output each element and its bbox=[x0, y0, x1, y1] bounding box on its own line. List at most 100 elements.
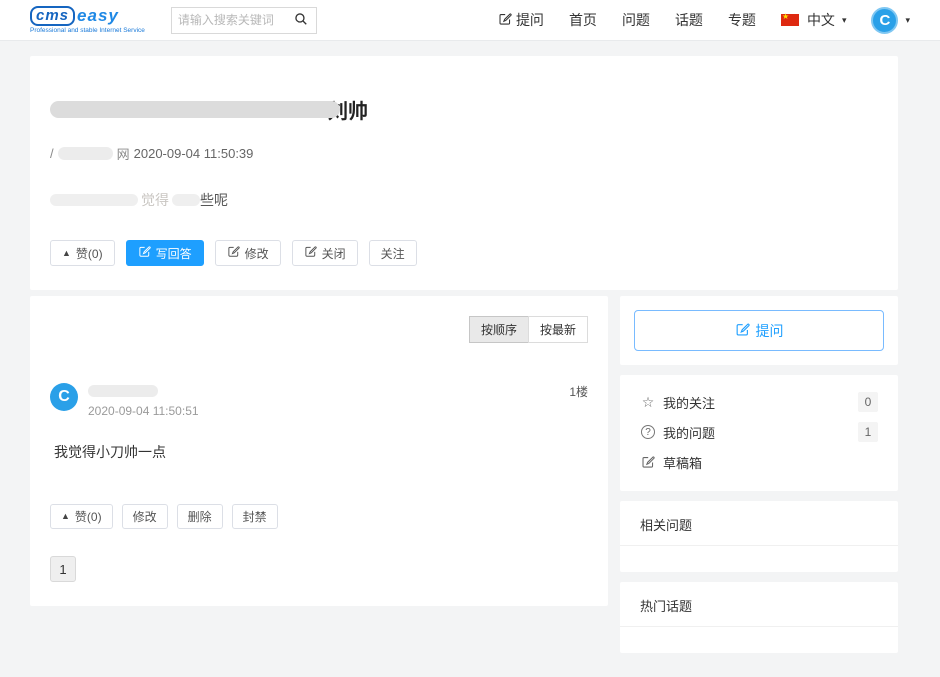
answer-like-button[interactable]: ▲ 赞(0) bbox=[50, 504, 113, 529]
page-button-1[interactable]: 1 bbox=[50, 556, 76, 582]
sidebar-item-drafts[interactable]: 草稿箱 bbox=[640, 447, 878, 477]
answer-edit-label: 修改 bbox=[133, 508, 157, 525]
top-header: cms easy Professional and stable Interne… bbox=[0, 0, 940, 41]
related-questions-panel: 相关问题 bbox=[620, 501, 898, 572]
edit-icon bbox=[138, 245, 151, 261]
redacted-author-name bbox=[58, 147, 113, 160]
pagination: 1 bbox=[50, 556, 588, 582]
answer-ban-button[interactable]: 封禁 bbox=[232, 504, 278, 529]
sidebar-item-my-questions[interactable]: ? 我的问题 1 bbox=[640, 417, 878, 447]
logo-part-cms: cms bbox=[30, 6, 75, 26]
answer-content: 我觉得小刀帅一点 bbox=[54, 442, 588, 462]
nav-topics[interactable]: 话题 bbox=[675, 10, 703, 30]
tab-by-order[interactable]: 按顺序 bbox=[469, 316, 529, 343]
question-timestamp: 2020-09-04 11:50:39 bbox=[134, 146, 254, 161]
language-selector[interactable]: ★ 中文 ▾ bbox=[781, 10, 847, 30]
edit-icon bbox=[735, 322, 750, 340]
tab-by-newest-label: 按最新 bbox=[540, 323, 576, 337]
answers-card: 按顺序 按最新 C 2020-09-04 11:50:51 1楼 我觉得 bbox=[30, 296, 608, 606]
edit-icon bbox=[304, 245, 317, 261]
question-card: 刘帅 / 网 2020-09-04 11:50:39 觉得 些呢 ▲ 赞(0) bbox=[30, 56, 898, 290]
close-question-button[interactable]: 关闭 bbox=[292, 240, 358, 266]
search-button[interactable] bbox=[292, 10, 310, 31]
author-prefix: / bbox=[50, 146, 54, 161]
sidebar-ask-label: 提问 bbox=[756, 321, 784, 341]
main-nav: 提问 首页 问题 话题 专题 ★ 中文 ▾ C ▾ bbox=[498, 7, 910, 34]
avatar-glyph: C bbox=[58, 388, 70, 406]
answer-like-label: 赞(0) bbox=[75, 508, 102, 525]
write-answer-label: 写回答 bbox=[156, 245, 192, 262]
close-question-label: 关闭 bbox=[322, 245, 346, 262]
answer-delete-button[interactable]: 删除 bbox=[177, 504, 223, 529]
sidebar-ask-button[interactable]: 提问 bbox=[634, 310, 884, 351]
nav-ask[interactable]: 提问 bbox=[498, 10, 544, 30]
follow-question-label: 关注 bbox=[381, 245, 405, 262]
author-suffix: 网 bbox=[117, 144, 130, 163]
upvote-triangle-icon: ▲ bbox=[62, 249, 71, 258]
edit-icon bbox=[227, 245, 240, 261]
nav-home[interactable]: 首页 bbox=[569, 10, 597, 30]
hot-topics-title: 热门话题 bbox=[620, 582, 898, 627]
answer-author-avatar[interactable]: C bbox=[50, 383, 78, 411]
nav-specials[interactable]: 专题 bbox=[728, 10, 756, 30]
follow-question-button[interactable]: 关注 bbox=[369, 240, 417, 266]
answer-floor-number: 1楼 bbox=[569, 383, 588, 418]
like-button[interactable]: ▲ 赞(0) bbox=[50, 240, 115, 266]
search-icon bbox=[294, 12, 308, 29]
user-avatar: C bbox=[871, 7, 898, 34]
tab-by-order-label: 按顺序 bbox=[481, 323, 517, 337]
related-questions-body bbox=[620, 546, 898, 572]
related-questions-title: 相关问题 bbox=[620, 501, 898, 546]
answer-actions: ▲ 赞(0) 修改 删除 封禁 bbox=[50, 504, 588, 529]
flag-star: ★ bbox=[782, 11, 789, 23]
sidebar-item-my-follows[interactable]: ☆ 我的关注 0 bbox=[640, 387, 878, 417]
edit-icon bbox=[498, 12, 512, 29]
hot-topics-panel: 热门话题 bbox=[620, 582, 898, 653]
search-input[interactable] bbox=[178, 13, 292, 27]
question-circle-icon: ? bbox=[640, 425, 656, 439]
star-icon: ☆ bbox=[640, 394, 656, 411]
answer-sort-tabs: 按顺序 按最新 bbox=[50, 316, 588, 343]
page: cms easy Professional and stable Interne… bbox=[0, 0, 940, 677]
tab-by-newest[interactable]: 按最新 bbox=[528, 316, 588, 343]
ask-card: 提问 bbox=[620, 296, 898, 365]
nav-questions[interactable]: 问题 bbox=[622, 10, 650, 30]
answer-ban-label: 封禁 bbox=[243, 508, 267, 525]
chevron-down-icon: ▾ bbox=[905, 15, 910, 26]
answer-edit-button[interactable]: 修改 bbox=[122, 504, 168, 529]
my-questions-label: 我的问题 bbox=[663, 423, 715, 442]
answer-delete-label: 删除 bbox=[188, 508, 212, 525]
china-flag-icon: ★ bbox=[781, 14, 799, 26]
answer-item: C 2020-09-04 11:50:51 1楼 我觉得小刀帅一点 ▲ 赞( bbox=[50, 383, 588, 529]
logo-text: cms easy bbox=[30, 6, 145, 26]
site-logo[interactable]: cms easy Professional and stable Interne… bbox=[30, 6, 145, 35]
hot-topics-body bbox=[620, 627, 898, 653]
write-answer-button[interactable]: 写回答 bbox=[126, 240, 204, 266]
my-panel: ☆ 我的关注 0 ? 我的问题 1 草稿箱 bbox=[620, 375, 898, 491]
content-fragment: 觉得 bbox=[141, 190, 169, 210]
question-mark-glyph: ? bbox=[641, 425, 655, 439]
chevron-down-icon: ▾ bbox=[842, 15, 847, 26]
redacted-author-name bbox=[88, 385, 158, 397]
answer-author-info: 2020-09-04 11:50:51 bbox=[88, 383, 199, 418]
my-follows-label: 我的关注 bbox=[663, 393, 715, 412]
edit-icon bbox=[640, 455, 656, 469]
nav-questions-label: 问题 bbox=[622, 10, 650, 30]
content-fragment-end: 些呢 bbox=[200, 190, 228, 210]
sidebar: 提问 ☆ 我的关注 0 ? 我的问题 1 bbox=[620, 296, 898, 663]
my-follows-count: 0 bbox=[858, 392, 878, 412]
logo-part-easy: easy bbox=[77, 7, 119, 24]
main-content: 刘帅 / 网 2020-09-04 11:50:39 觉得 些呢 ▲ 赞(0) bbox=[30, 56, 898, 677]
edit-question-button[interactable]: 修改 bbox=[215, 240, 281, 266]
user-menu[interactable]: C ▾ bbox=[871, 7, 910, 34]
language-label: 中文 bbox=[807, 10, 835, 30]
question-meta: / 网 2020-09-04 11:50:39 bbox=[50, 146, 878, 161]
redacted-content-text bbox=[172, 194, 200, 206]
redacted-title-text bbox=[50, 101, 340, 118]
edit-question-label: 修改 bbox=[245, 245, 269, 262]
upvote-triangle-icon: ▲ bbox=[61, 512, 70, 521]
question-content: 觉得 些呢 bbox=[50, 192, 878, 208]
my-questions-count: 1 bbox=[858, 422, 878, 442]
question-actions: ▲ 赞(0) 写回答 修改 bbox=[50, 240, 878, 266]
answer-header: C 2020-09-04 11:50:51 1楼 bbox=[50, 383, 588, 418]
